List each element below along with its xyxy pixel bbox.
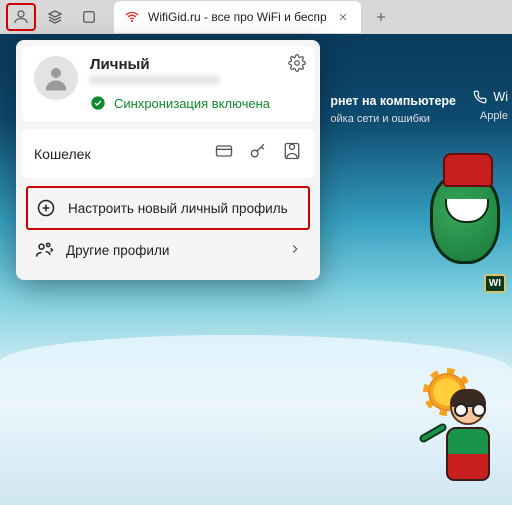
browser-titlebar: WifiGid.ru - все про WiFi и беспр [0, 0, 512, 34]
chevron-right-icon [288, 242, 302, 259]
wallet-label: Кошелек [34, 146, 200, 162]
collections-button[interactable] [40, 3, 70, 31]
other-profiles-label: Другие профили [66, 243, 169, 258]
profile-name: Личный [90, 56, 270, 73]
decorative-character-elf [438, 389, 498, 499]
tab-actions-button[interactable] [74, 3, 104, 31]
wallet-row[interactable]: Кошелек [22, 129, 314, 178]
gear-icon [288, 54, 306, 72]
phone-icon [473, 90, 487, 104]
plus-circle-icon [36, 198, 56, 218]
decorative-badge: WI [484, 274, 506, 293]
check-circle-icon [90, 95, 106, 111]
decorative-snow [0, 335, 512, 505]
new-tab-button[interactable] [367, 3, 395, 31]
site-nav-fragment-2: Wi [473, 90, 508, 104]
switch-user-icon [34, 240, 54, 260]
profile-popup: Личный Синхронизация включена Кошелек На… [16, 40, 320, 280]
sync-status-label: Синхронизация включена [114, 96, 270, 111]
add-profile-button[interactable]: Настроить новый личный профиль [26, 186, 310, 230]
nav-text-line[interactable]: рнет на компьютере [330, 92, 456, 111]
nav-text-line[interactable]: ойка сети и ошибки [330, 111, 456, 128]
site-nav-fragment-1: рнет на компьютере ойка сети и ошибки [330, 92, 456, 127]
card-icon[interactable] [214, 141, 234, 166]
nav-text-line[interactable]: Wi [493, 90, 508, 104]
profile-button[interactable] [6, 3, 36, 31]
add-profile-label: Настроить новый личный профиль [68, 201, 288, 216]
browser-tab[interactable]: WifiGid.ru - все про WiFi и беспр [114, 1, 361, 33]
sync-status[interactable]: Синхронизация включена [90, 95, 270, 111]
nav-text-line[interactable]: Apple [480, 110, 508, 122]
tab-close-button[interactable] [335, 9, 351, 25]
person-icon [41, 63, 71, 93]
wifi-favicon [124, 9, 140, 25]
avatar [34, 56, 78, 100]
id-icon[interactable] [282, 141, 302, 166]
profile-card: Личный Синхронизация включена [22, 46, 314, 121]
settings-button[interactable] [288, 54, 306, 77]
decorative-character-grinch [430, 174, 500, 264]
key-icon[interactable] [248, 141, 268, 166]
profile-email-redacted [90, 75, 220, 85]
tab-title: WifiGid.ru - все про WiFi и беспр [148, 10, 327, 24]
other-profiles-button[interactable]: Другие профили [26, 230, 310, 270]
